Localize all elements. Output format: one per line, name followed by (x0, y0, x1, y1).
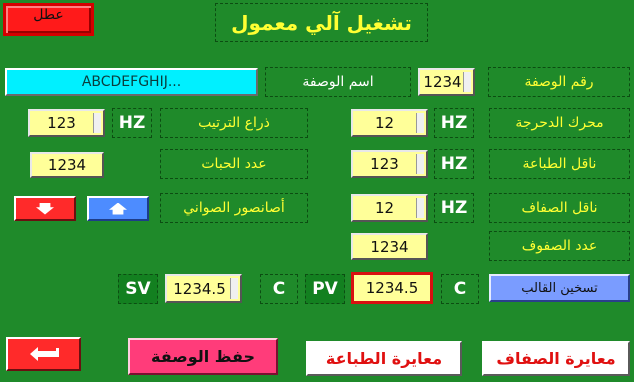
tray-up-button[interactable] (87, 196, 149, 221)
stop-button-label: عطل (33, 7, 64, 23)
arm-speed-input[interactable]: 123 (28, 109, 105, 137)
rows-count-label: عدد الصفوف (489, 231, 630, 261)
print-calibration-label: معايرة الطباعة (325, 349, 443, 368)
sv-label: SV (118, 274, 158, 304)
arrow-up-icon (109, 202, 127, 215)
stack-conveyor-label-text: ناقل الصفاف (521, 200, 598, 216)
heat-mold-button-label: تسخين القالب (521, 280, 598, 296)
stack-conveyor-label: ناقل الصفاف (489, 193, 630, 223)
count-label-text: عدد الحبات (201, 156, 267, 172)
input-spin-bar (416, 198, 424, 218)
sv-value: 1234.5 (173, 279, 226, 298)
recipe-name-value: ABCDEFGHIJ... (81, 74, 182, 90)
arrow-down-icon (36, 202, 54, 215)
stack-conveyor-input[interactable]: 12 (351, 194, 428, 222)
pv-label-text: PV (312, 279, 338, 299)
recipe-name-label-text: اسم الوصفة (302, 74, 374, 90)
page-title-text: تشغيل آلي معمول (231, 10, 412, 35)
tray-down-button[interactable] (14, 196, 76, 221)
stop-button[interactable]: عطل (3, 3, 94, 36)
pv-label: PV (305, 274, 345, 304)
roll-motor-input[interactable]: 12 (351, 109, 428, 137)
print-conveyor-label: ناقل الطباعة (489, 149, 630, 179)
heat-mold-button[interactable]: تسخين القالب (489, 274, 630, 302)
stack-conveyor-unit-text: HZ (440, 198, 468, 218)
rows-count-label-text: عدد الصفوف (521, 238, 598, 254)
print-conveyor-label-text: ناقل الطباعة (522, 156, 597, 172)
sv-unit: C (260, 274, 298, 304)
input-spin-bar (93, 113, 101, 133)
roll-motor-value: 12 (374, 114, 395, 132)
page-title: تشغيل آلي معمول (215, 3, 428, 42)
arm-label: ذراع الترتيب (160, 108, 308, 138)
roll-motor-unit: HZ (434, 108, 474, 138)
rows-count-value: 1234 (370, 237, 409, 256)
recipe-number-input[interactable]: 1234 (418, 68, 475, 96)
tray-label: أصانصور الصواني (160, 193, 308, 223)
roll-motor-unit-text: HZ (440, 113, 468, 133)
input-spin-bar (416, 113, 424, 133)
print-conveyor-unit-text: HZ (440, 154, 468, 174)
input-spin-bar (230, 278, 238, 299)
save-recipe-button[interactable]: حفظ الوصفة (128, 338, 278, 375)
stack-calibration-button[interactable]: معايرة الصفاف (482, 341, 630, 376)
recipe-name-label: اسم الوصفة (265, 67, 411, 97)
tray-label-text: أصانصور الصواني (183, 200, 285, 216)
print-calibration-button[interactable]: معايرة الطباعة (306, 341, 462, 376)
recipe-name-field[interactable]: ABCDEFGHIJ... (5, 68, 258, 96)
save-recipe-label: حفظ الوصفة (151, 347, 255, 366)
count-value: 1234 (47, 156, 87, 174)
roll-motor-label-text: محرك الدحرجة (515, 115, 604, 131)
sv-unit-text: C (272, 279, 286, 299)
stack-calibration-label: معايرة الصفاف (496, 349, 616, 368)
recipe-number-label: رقم الوصفة (488, 67, 630, 97)
stack-conveyor-unit: HZ (434, 193, 474, 223)
stack-conveyor-value: 12 (374, 199, 395, 217)
print-conveyor-input[interactable]: 123 (351, 150, 428, 178)
arm-speed-value: 123 (47, 114, 76, 132)
arm-unit: HZ (112, 108, 152, 138)
roll-motor-label: محرك الدحرجة (489, 108, 630, 138)
back-arrow-icon (29, 347, 59, 361)
pv-unit-text: C (453, 279, 467, 299)
print-conveyor-value: 123 (370, 155, 399, 173)
recipe-number-value: 1234 (423, 73, 462, 91)
input-spin-bar (463, 72, 471, 92)
count-label: عدد الحبات (160, 149, 308, 179)
count-input[interactable]: 1234 (30, 152, 104, 178)
arm-unit-text: HZ (118, 113, 146, 133)
pv-value: 1234.5 (365, 279, 419, 297)
pv-unit: C (441, 274, 479, 304)
sv-input[interactable]: 1234.5 (165, 274, 242, 303)
rows-count-input[interactable]: 1234 (351, 233, 428, 260)
back-button[interactable] (6, 337, 81, 371)
pv-display: 1234.5 (351, 272, 433, 304)
input-spin-bar (416, 154, 424, 174)
sv-label-text: SV (125, 279, 151, 299)
recipe-number-label-text: رقم الوصفة (524, 74, 594, 90)
arm-label-text: ذراع الترتيب (198, 115, 270, 131)
print-conveyor-unit: HZ (434, 149, 474, 179)
